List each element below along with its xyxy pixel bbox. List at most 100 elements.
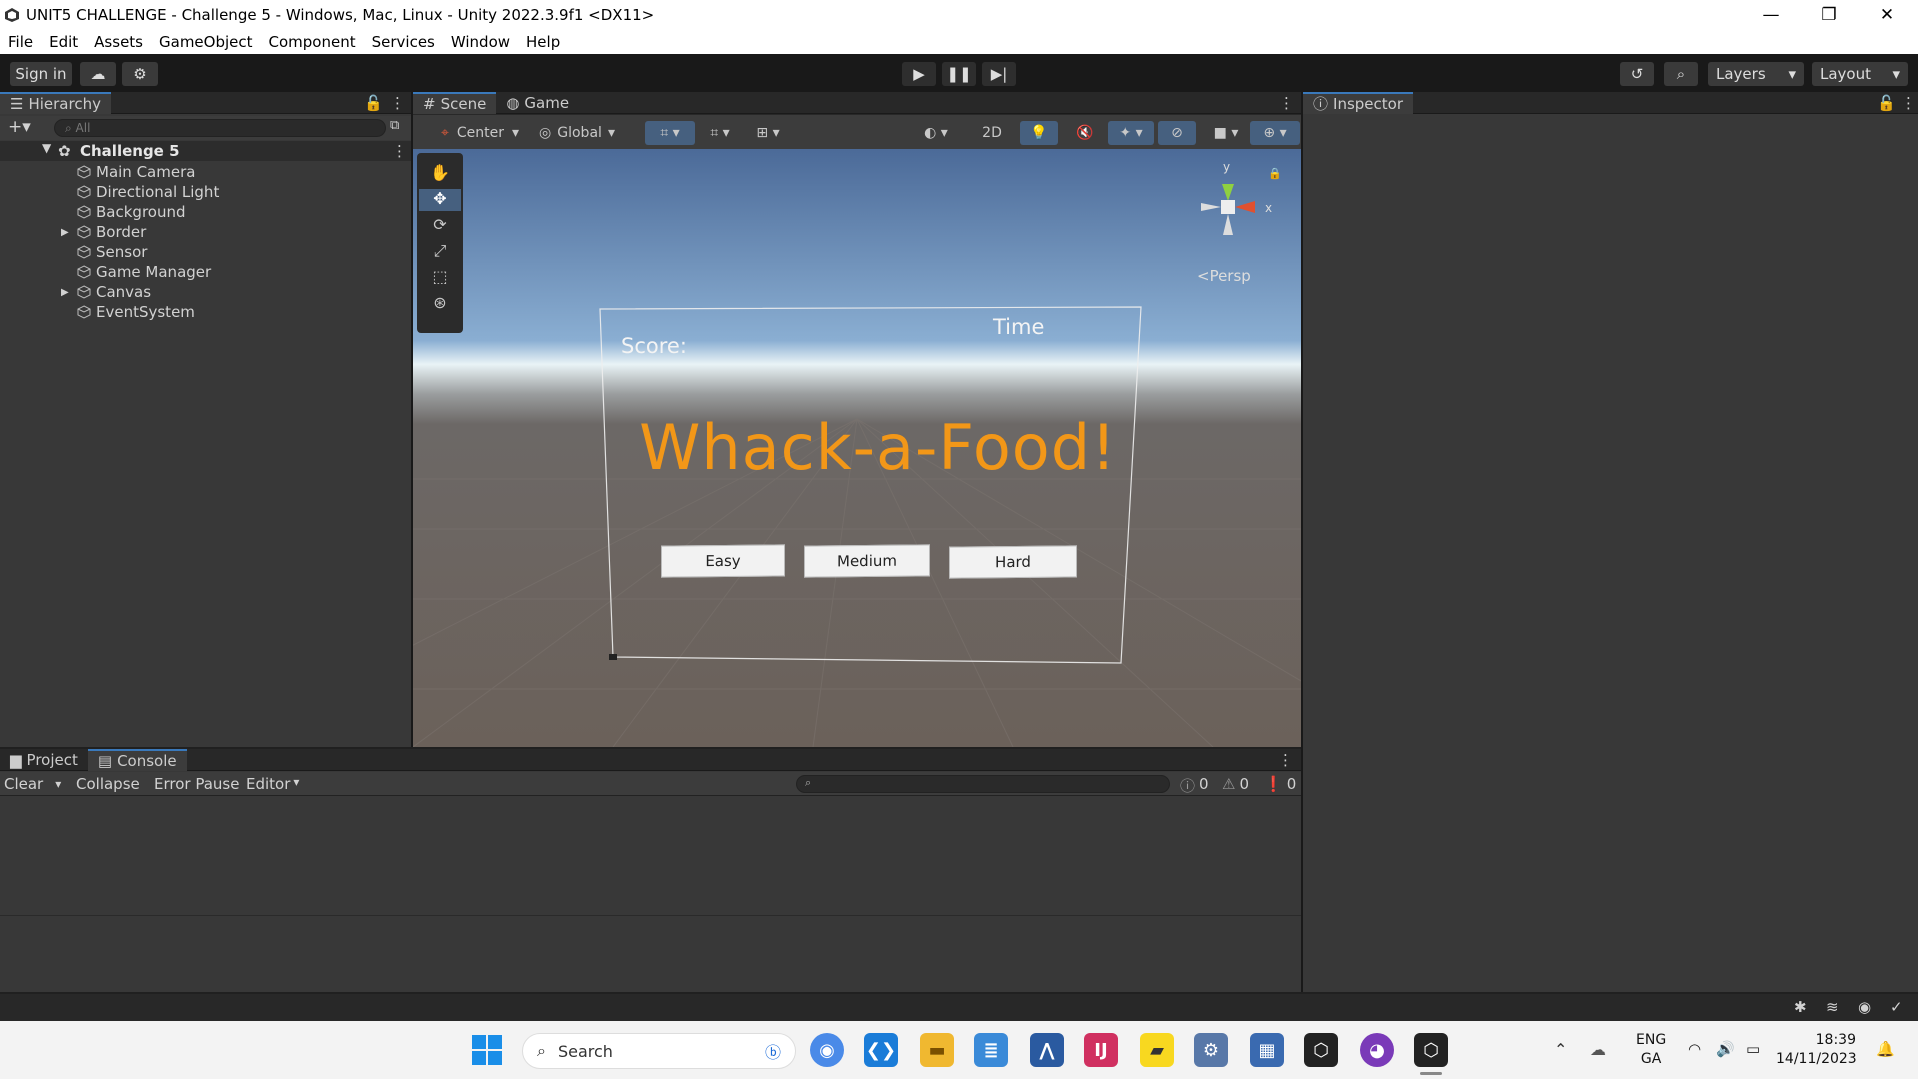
settings-icon[interactable]: ⚙: [1194, 1033, 1228, 1067]
menu-services[interactable]: Services: [364, 33, 443, 51]
language-indicator[interactable]: ENG GA: [1636, 1031, 1666, 1069]
search-icon[interactable]: ⌕: [1664, 62, 1698, 86]
tab-console[interactable]: ▤ Console: [87, 748, 187, 771]
chevron-up-icon[interactable]: ⌃: [1554, 1040, 1567, 1059]
unity-editor-icon[interactable]: ⬡: [1414, 1033, 1448, 1067]
check-icon[interactable]: ✓: [1890, 998, 1903, 1016]
cloud-icon[interactable]: ☁: [80, 62, 116, 86]
minimize-button[interactable]: —: [1742, 0, 1800, 29]
hard-button[interactable]: Hard: [949, 545, 1077, 579]
scene-row[interactable]: ▼ ✿ Challenge 5 ⋮: [0, 141, 412, 161]
space-dropdown[interactable]: ◎ Global ▾: [533, 121, 621, 145]
rect-tool-icon[interactable]: ⬚: [419, 267, 461, 289]
volume-icon[interactable]: 🔊: [1716, 1040, 1735, 1058]
collapse-button[interactable]: Collapse: [76, 775, 140, 793]
hierarchy-item[interactable]: EventSystem: [0, 302, 410, 322]
step-button[interactable]: ▶|: [982, 62, 1016, 86]
hierarchy-item[interactable]: Sensor: [0, 242, 410, 262]
notification-bell-icon[interactable]: 🔔: [1876, 1040, 1895, 1058]
transform-tool-icon[interactable]: ⊛: [419, 293, 461, 315]
restore-button[interactable]: ❐: [1800, 0, 1858, 29]
tab-game[interactable]: ◍ Game: [496, 92, 579, 114]
taskbar-search-input[interactable]: ⌕ Search ⓑ: [522, 1033, 796, 1069]
ide-icon[interactable]: ⋀: [1030, 1033, 1064, 1067]
file-explorer-icon[interactable]: ▬: [920, 1033, 954, 1067]
menu-help[interactable]: Help: [518, 33, 568, 51]
scene-picker-icon[interactable]: ⧉: [390, 118, 399, 133]
grid-snap-button[interactable]: ⌗ ▾: [645, 121, 695, 145]
history-icon[interactable]: ↺: [1620, 62, 1654, 86]
move-tool-icon[interactable]: ✥: [419, 189, 461, 211]
hierarchy-item[interactable]: Game Manager: [0, 262, 410, 282]
more-options-icon[interactable]: ⋮: [1278, 751, 1293, 769]
more-options-icon[interactable]: ⋮: [1901, 94, 1916, 112]
progress-icon[interactable]: ◉: [1858, 998, 1871, 1016]
pivot-dropdown[interactable]: ⌖ Center ▾: [435, 121, 525, 145]
tab-project[interactable]: ▆ Project: [0, 749, 88, 771]
tab-scene[interactable]: # Scene: [413, 91, 497, 114]
pause-button[interactable]: ❚❚: [942, 62, 976, 86]
play-button[interactable]: ▶: [902, 62, 936, 86]
hierarchy-item[interactable]: ▶ Border: [0, 222, 410, 242]
layers-dropdown[interactable]: Layers ▾: [1708, 62, 1804, 86]
layers-status-icon[interactable]: ≋: [1826, 998, 1839, 1016]
rotate-tool-icon[interactable]: ⟳: [419, 215, 461, 237]
snap-increment-button[interactable]: ⌗ ▾: [697, 121, 743, 145]
add-icon[interactable]: +▾: [8, 117, 31, 137]
warning-count[interactable]: ⚠ 0: [1222, 775, 1249, 793]
jetbrains-icon[interactable]: IJ: [1084, 1033, 1118, 1067]
camera-settings-icon[interactable]: ■ ▾: [1204, 121, 1248, 145]
clock[interactable]: 18:39 14/11/2023: [1776, 1031, 1857, 1069]
calculator-icon[interactable]: ▦: [1250, 1033, 1284, 1067]
sticky-notes-icon[interactable]: ▰: [1140, 1033, 1174, 1067]
collab-icon[interactable]: ⚙: [122, 62, 158, 86]
menu-component[interactable]: Component: [261, 33, 364, 51]
hierarchy-item[interactable]: Directional Light: [0, 182, 410, 202]
perspective-label[interactable]: <Persp: [1197, 267, 1251, 285]
github-icon[interactable]: ◕: [1360, 1033, 1394, 1067]
grid-visibility-button[interactable]: ⊞ ▾: [745, 121, 791, 145]
menu-assets[interactable]: Assets: [86, 33, 151, 51]
menu-window[interactable]: Window: [443, 33, 518, 51]
start-icon[interactable]: [472, 1035, 502, 1065]
tab-hierarchy[interactable]: ☰ Hierarchy: [0, 91, 111, 114]
scene-viewport[interactable]: ✋ ✥ ⟳ ⤢ ⬚ ⊛ y x 🔒 <Persp Score: Time Wha…: [413, 149, 1301, 747]
medium-button[interactable]: Medium: [804, 544, 930, 578]
hierarchy-item[interactable]: Background: [0, 202, 410, 222]
2d-toggle[interactable]: 2D: [972, 121, 1012, 145]
menu-gameobject[interactable]: GameObject: [151, 33, 261, 51]
hierarchy-search-input[interactable]: ⌕ All: [54, 119, 386, 137]
gizmos-toggle-icon[interactable]: ⊕ ▾: [1250, 121, 1300, 145]
notepad-icon[interactable]: ≣: [974, 1033, 1008, 1067]
hierarchy-item[interactable]: Main Camera: [0, 162, 410, 182]
vscode-icon[interactable]: ❮❯: [864, 1033, 898, 1067]
easy-button[interactable]: Easy: [661, 544, 785, 578]
console-divider[interactable]: [0, 915, 1301, 916]
scale-tool-icon[interactable]: ⤢: [419, 241, 461, 263]
draw-mode-button[interactable]: ◐ ▾: [914, 121, 958, 145]
expand-arrow-icon[interactable]: ▼: [42, 141, 51, 155]
lock-icon[interactable]: 🔓: [364, 94, 383, 112]
gizmo-lock-icon[interactable]: 🔒: [1268, 167, 1282, 180]
battery-icon[interactable]: ▭: [1746, 1040, 1760, 1058]
layout-dropdown[interactable]: Layout ▾: [1812, 62, 1908, 86]
menu-file[interactable]: File: [0, 33, 41, 51]
audio-toggle-icon[interactable]: 🔇: [1066, 121, 1104, 145]
visibility-toggle-icon[interactable]: ⊘: [1158, 121, 1196, 145]
cloud-tray-icon[interactable]: ☁: [1590, 1040, 1606, 1059]
panel-divider[interactable]: [411, 92, 413, 747]
effects-toggle-icon[interactable]: ✦ ▾: [1108, 121, 1154, 145]
console-search-input[interactable]: ⌕: [796, 775, 1170, 793]
lock-icon[interactable]: 🔓: [1877, 94, 1896, 112]
panel-divider[interactable]: [1301, 92, 1303, 992]
unity-hub-icon[interactable]: ⬡: [1304, 1033, 1338, 1067]
debug-icon[interactable]: ✱: [1794, 998, 1807, 1016]
expand-arrow-icon[interactable]: ▶: [61, 287, 77, 298]
scene-more-icon[interactable]: ⋮: [392, 142, 407, 160]
chrome-icon[interactable]: ◉: [810, 1033, 844, 1067]
more-options-icon[interactable]: ⋮: [1279, 94, 1294, 112]
editor-dropdown[interactable]: Editor ▾: [246, 775, 299, 793]
clear-button[interactable]: Clear ▾: [4, 775, 61, 793]
error-count[interactable]: ❗ 0: [1264, 775, 1296, 793]
log-count[interactable]: ⓘ 0: [1180, 775, 1209, 796]
